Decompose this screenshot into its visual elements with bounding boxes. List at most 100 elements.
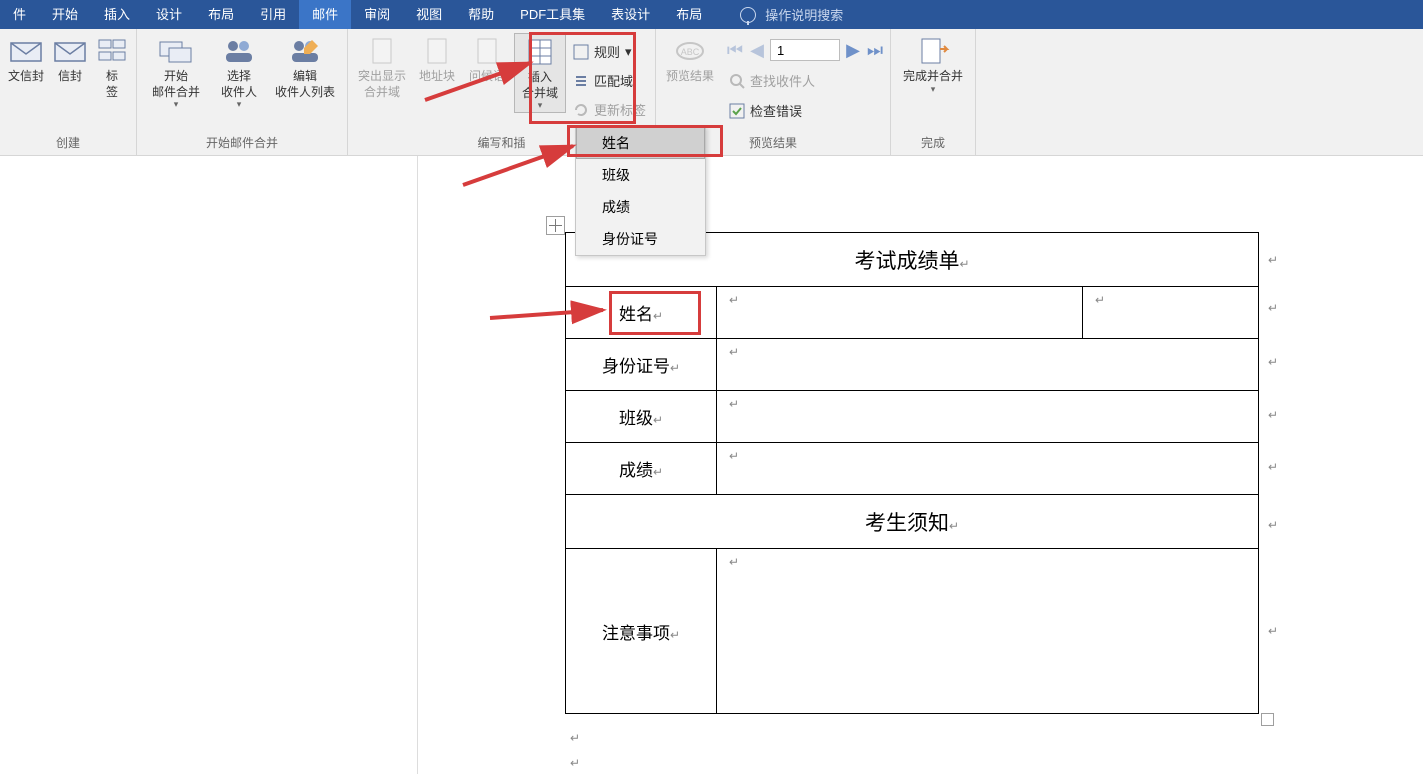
record-number-input[interactable]	[770, 39, 840, 61]
value-cell[interactable]: ↵	[1083, 287, 1259, 339]
btn-label: 问候语	[469, 69, 505, 85]
ribbon: 文信封 信封 标 签 创建 开始 邮件合并▾ 选择 收件人▾	[0, 29, 1423, 156]
rules-button[interactable]: 规则 ▾	[570, 41, 649, 62]
highlight-merge-fields-button[interactable]: 突出显示 合并域	[354, 33, 410, 100]
btn-label: 预览结果	[666, 69, 714, 85]
ribbon-group-start: 开始 邮件合并▾ 选择 收件人▾ 编辑 收件人列表 开始邮件合并	[137, 29, 348, 155]
tab-file[interactable]: 件	[0, 0, 39, 29]
insert-merge-field-button[interactable]: 插入 合并域▾	[514, 33, 566, 113]
page-icon	[470, 36, 504, 66]
paragraph-mark: ↵	[1268, 624, 1278, 638]
search-icon	[729, 73, 745, 89]
value-cell[interactable]: ↵	[717, 287, 1083, 339]
btn-label: 规则	[594, 42, 620, 61]
tab-table-layout[interactable]: 布局	[663, 0, 715, 29]
tab-design[interactable]: 设计	[143, 0, 195, 29]
update-labels-button[interactable]: 更新标签	[570, 99, 649, 120]
tell-me-search[interactable]: 操作说明搜索	[740, 5, 843, 24]
select-recipients-button[interactable]: 选择 收件人▾	[213, 33, 265, 111]
label-cell-name[interactable]: 姓名↵	[566, 287, 717, 339]
table-move-handle[interactable]	[546, 216, 565, 235]
tab-insert[interactable]: 插入	[91, 0, 143, 29]
label-cell-score[interactable]: 成绩↵	[566, 443, 717, 495]
labels-button[interactable]: 标 签	[94, 33, 130, 100]
chevron-down-icon: ▾	[931, 84, 936, 96]
document-table[interactable]: 考试成绩单↵ 姓名↵ ↵ ↵ 身份证号↵ ↵ 班级↵ ↵ 成绩↵ ↵ 考生须知↵…	[565, 232, 1259, 714]
value-cell[interactable]: ↵	[717, 391, 1259, 443]
paragraph-mark: ↵	[570, 731, 580, 745]
ribbon-tabs: 件 开始 插入 设计 布局 引用 邮件 审阅 视图 帮助 PDF工具集 表设计 …	[0, 0, 1423, 29]
label-cell-class[interactable]: 班级↵	[566, 391, 717, 443]
tab-home[interactable]: 开始	[39, 0, 91, 29]
preview-results-button[interactable]: ABC 预览结果	[662, 33, 718, 85]
value-cell[interactable]: ↵	[717, 443, 1259, 495]
check-errors-button[interactable]: 检查错误	[726, 100, 884, 121]
paragraph-mark: ↵	[1268, 253, 1278, 267]
chevron-down-icon: ▾	[538, 100, 543, 112]
edit-recipient-list-button[interactable]: 编辑 收件人列表	[269, 33, 341, 100]
label-icon	[95, 36, 129, 66]
finish-icon	[916, 36, 950, 66]
value-cell[interactable]: ↵	[717, 339, 1259, 391]
find-recipient-button[interactable]: 查找收件人	[726, 70, 884, 91]
paragraph-mark: ↵	[1268, 460, 1278, 474]
greeting-line-button[interactable]: 问候语	[464, 33, 510, 85]
section-title: 考生须知	[865, 511, 949, 535]
check-icon	[729, 103, 745, 119]
svg-text:ABC: ABC	[681, 47, 700, 57]
tab-mailings[interactable]: 邮件	[299, 0, 351, 29]
table-section-title-cell[interactable]: 考生须知↵	[566, 495, 1259, 549]
btn-label: 标 签	[106, 69, 118, 100]
tab-help[interactable]: 帮助	[455, 0, 507, 29]
tab-view[interactable]: 视图	[403, 0, 455, 29]
mail-merge-icon	[159, 36, 193, 66]
ribbon-group-finish: 完成并合并 ▾ 完成	[891, 29, 976, 155]
paragraph-mark: ↵	[1268, 408, 1278, 422]
table-resize-handle[interactable]	[1261, 713, 1274, 726]
people-icon	[222, 36, 256, 66]
address-block-button[interactable]: 地址块	[414, 33, 460, 85]
label-cell-idnumber[interactable]: 身份证号↵	[566, 339, 717, 391]
refresh-icon	[573, 102, 589, 118]
tab-table-design[interactable]: 表设计	[598, 0, 663, 29]
btn-label: 更新标签	[594, 100, 646, 119]
btn-label: 信封	[58, 69, 82, 85]
prev-record-button[interactable]: ◀	[748, 40, 766, 61]
group-label: 完成	[897, 131, 969, 155]
page-highlight-icon	[365, 36, 399, 66]
tab-layout[interactable]: 布局	[195, 0, 247, 29]
last-record-button[interactable]: ⏭	[866, 40, 884, 61]
tab-review[interactable]: 审阅	[351, 0, 403, 29]
dropdown-item-class[interactable]: 班级	[576, 159, 705, 191]
tab-references[interactable]: 引用	[247, 0, 299, 29]
page-icon	[420, 36, 454, 66]
btn-label: 检查错误	[750, 101, 802, 120]
first-record-button[interactable]: ⏮	[726, 40, 744, 61]
tab-pdf-tools[interactable]: PDF工具集	[507, 0, 598, 29]
btn-label: 地址块	[419, 69, 455, 85]
match-fields-button[interactable]: 匹配域	[570, 70, 649, 91]
paragraph-mark: ↵	[1268, 301, 1278, 315]
next-record-button[interactable]: ▶	[844, 40, 862, 61]
finish-merge-button[interactable]: 完成并合并 ▾	[897, 33, 969, 95]
btn-label: 匹配域	[594, 71, 633, 90]
start-mail-merge-button[interactable]: 开始 邮件合并▾	[143, 33, 209, 111]
dropdown-item-idnumber[interactable]: 身份证号	[576, 223, 705, 255]
insert-merge-field-dropdown: 姓名 班级 成绩 身份证号	[575, 126, 706, 256]
btn-label: 编辑 收件人列表	[275, 69, 335, 100]
btn-label: 选择 收件人	[221, 69, 257, 100]
chevron-down-icon: ▾	[625, 44, 632, 60]
btn-label: 开始 邮件合并	[152, 69, 200, 100]
value-cell[interactable]: ↵	[717, 549, 1259, 714]
paragraph-mark: ↵	[570, 756, 580, 770]
label-cell-notes[interactable]: 注意事项↵	[566, 549, 717, 714]
chinese-envelope-button[interactable]: 文信封	[6, 33, 46, 85]
dropdown-item-score[interactable]: 成绩	[576, 191, 705, 223]
table-field-icon	[523, 37, 557, 67]
chevron-down-icon: ▾	[237, 99, 242, 111]
tell-me-label: 操作说明搜索	[765, 5, 843, 24]
envelope-button[interactable]: 信封	[50, 33, 90, 85]
dropdown-item-name[interactable]: 姓名	[576, 127, 705, 159]
paragraph-mark: ↵	[1268, 518, 1278, 532]
preview-icon: ABC	[673, 36, 707, 66]
